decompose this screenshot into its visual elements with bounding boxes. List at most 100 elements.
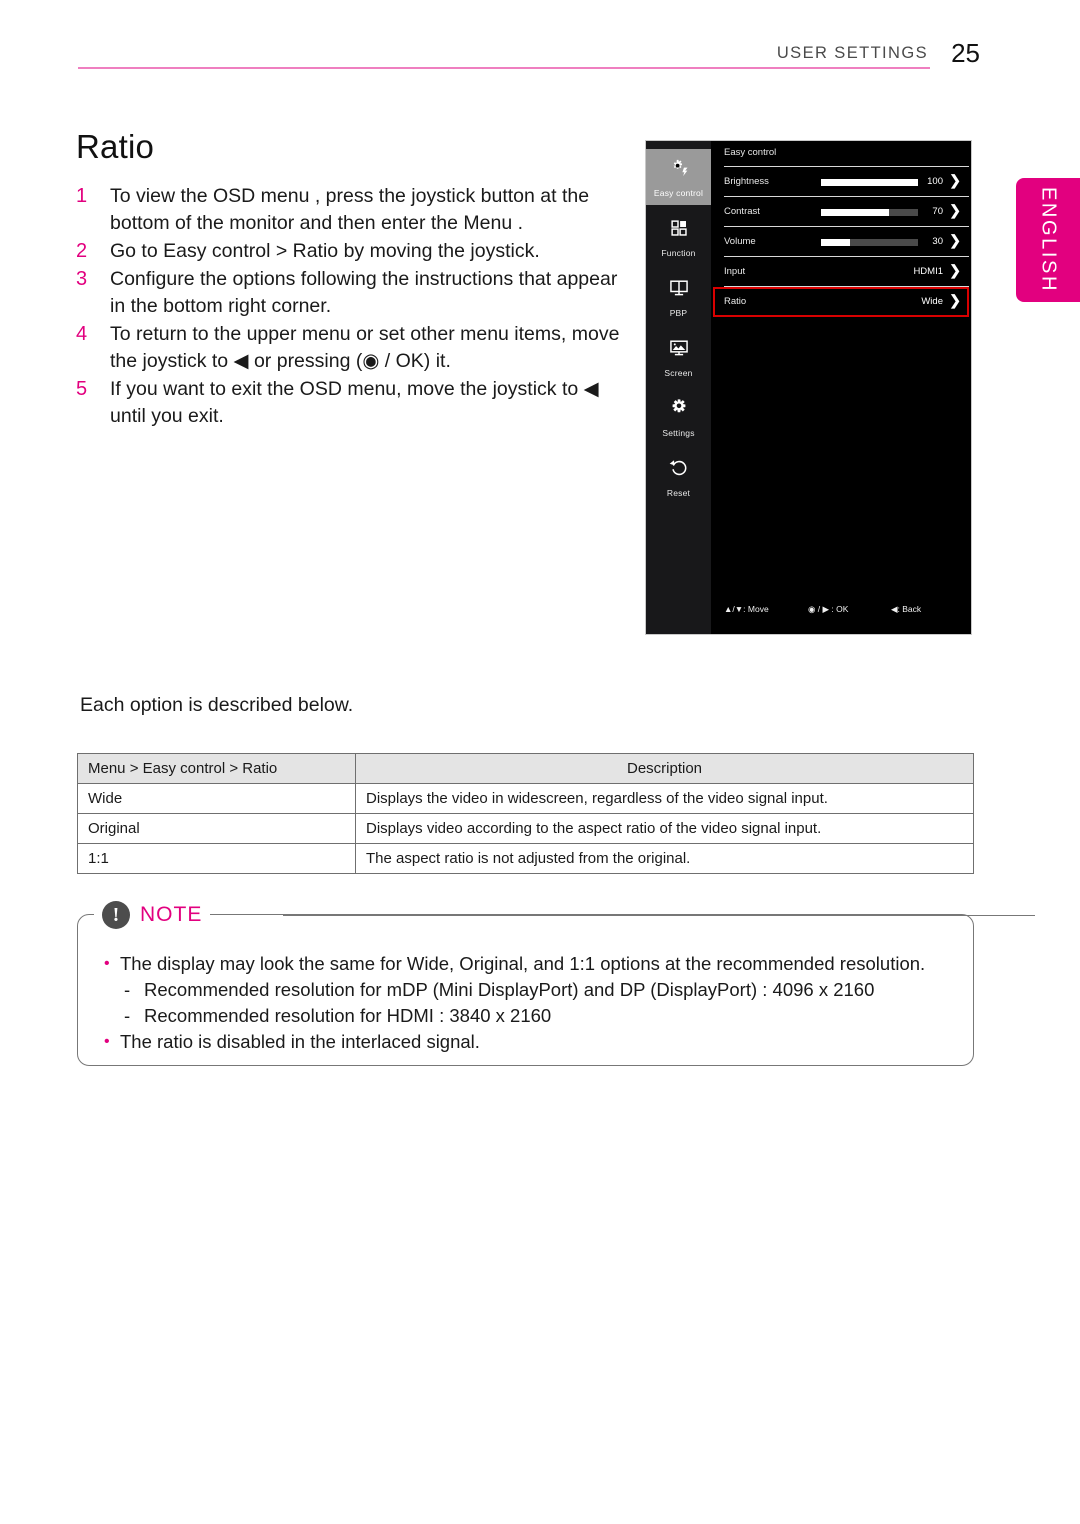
osd-sidebar-item-function[interactable]: Function <box>646 209 711 265</box>
osd-row-brightness[interactable]: Brightness 100 ❯ <box>711 167 971 197</box>
chevron-right-icon: ❯ <box>949 202 961 218</box>
note-sub-item: - Recommended resolution for HDMI : 3840 … <box>98 1003 959 1029</box>
note-box: ! NOTE • The display may look the same fo… <box>77 901 1035 1066</box>
osd-sidebar-item-settings[interactable]: Settings <box>646 389 711 445</box>
instruction-step-number: 1 <box>76 185 88 207</box>
table-cell-option: 1:1 <box>77 843 356 874</box>
chevron-right-icon: ❯ <box>949 232 961 248</box>
osd-sidebar-item-label: Reset <box>666 488 691 498</box>
note-bullet-item: • The ratio is disabled in the interlaced… <box>98 1029 959 1055</box>
function-grid-icon <box>646 217 711 247</box>
osd-row-value: 70 <box>932 206 943 217</box>
osd-row-value: 100 <box>927 176 943 187</box>
osd-slider-fill <box>821 239 851 246</box>
instruction-step: 4 To return to the upper menu or set othe… <box>72 321 632 375</box>
osd-sidebar-item-label: Screen <box>664 368 693 378</box>
osd-slider-fill <box>821 179 918 186</box>
instruction-step-number: 5 <box>76 378 88 400</box>
instruction-step-text: Configure the options following the inst… <box>110 268 618 317</box>
osd-row-label: Contrast <box>724 206 760 217</box>
table-header-menu: Menu > Easy control > Ratio <box>77 753 356 784</box>
header-title: USER SETTINGS <box>776 44 928 62</box>
dash-icon: - <box>124 979 131 1000</box>
osd-sidebar-item-label: Settings <box>662 428 695 438</box>
osd-row-label: Input <box>724 266 746 277</box>
note-item-text: Recommended resolution for HDMI : 3840 x… <box>144 1005 552 1026</box>
note-item-text: Recommended resolution for mDP (Mini Dis… <box>144 979 875 1000</box>
instruction-step-number: 2 <box>76 240 88 262</box>
note-title: NOTE <box>140 903 203 926</box>
instruction-step-text: To return to the upper menu or set other… <box>110 323 620 372</box>
table-row: Wide Displays the video in widescreen, re… <box>77 783 974 814</box>
osd-row-volume[interactable]: Volume 30 ❯ <box>711 227 971 257</box>
dash-icon: - <box>124 1005 131 1026</box>
chevron-right-icon: ❯ <box>949 172 961 188</box>
osd-sidebar-item-pbp[interactable]: PBP <box>646 269 711 325</box>
osd-row-input[interactable]: Input HDMI1 ❯ <box>711 257 971 287</box>
osd-selection-highlight <box>713 287 969 317</box>
page-number: 25 <box>951 38 980 68</box>
instruction-step-number: 3 <box>76 268 88 290</box>
osd-row-label: Volume <box>724 236 756 247</box>
osd-slider[interactable] <box>821 209 918 216</box>
instruction-step: 1 To view the OSD menu , press the joysti… <box>72 183 632 237</box>
osd-row-contrast[interactable]: Contrast 70 ❯ <box>711 197 971 227</box>
osd-slider[interactable] <box>821 239 918 246</box>
table-cell-description: The aspect ratio is not adjusted from th… <box>355 843 974 874</box>
reset-arrow-icon <box>646 457 711 487</box>
osd-content: Easy control Brightness 100 ❯ Contrast 70 ❯ Vo… <box>711 141 971 634</box>
screen-picture-icon <box>646 337 711 367</box>
osd-sidebar-item-label: Function <box>661 248 696 258</box>
instruction-step: 3 Configure the options following the ins… <box>72 266 632 320</box>
osd-row-value: HDMI1 <box>913 266 943 277</box>
language-tab: ENGLISH <box>1016 178 1080 302</box>
osd-sidebar: Easy control Function PBP Screen Settings Res… <box>646 141 711 634</box>
instruction-step-text: To view the OSD menu , press the joystic… <box>110 185 590 234</box>
osd-slider[interactable] <box>821 179 918 186</box>
instruction-step-text: If you want to exit the OSD menu, move t… <box>110 378 599 427</box>
header-divider <box>78 67 930 69</box>
table-row: Original Displays video according to the … <box>77 813 974 844</box>
note-body: • The display may look the same for Wide,… <box>98 951 959 1055</box>
osd-row-value: 30 <box>932 236 943 247</box>
page-root: USER SETTINGS 25 ENGLISH Ratio 1 To view … <box>0 0 1080 1524</box>
osd-footer-hints: ▲/▼: Move ◉ / ▶ : OK ◀: Back <box>711 604 971 620</box>
language-tab-label: ENGLISH <box>1037 186 1060 294</box>
osd-sidebar-item-label: Easy control <box>653 188 704 198</box>
note-item-text: The display may look the same for Wide, … <box>120 953 926 974</box>
instruction-step: 5 If you want to exit the OSD menu, move … <box>72 376 632 430</box>
note-bullet-item: • The display may look the same for Wide,… <box>98 951 959 977</box>
bullet-icon: • <box>104 1033 110 1050</box>
chevron-right-icon: ❯ <box>949 262 961 278</box>
table-header-row: Menu > Easy control > Ratio Description <box>77 753 974 784</box>
each-option-caption: Each option is described below. <box>80 694 354 716</box>
table-cell-option: Original <box>77 813 356 844</box>
pbp-split-screen-icon <box>646 277 711 307</box>
table-cell-description: Displays video according to the aspect r… <box>355 813 974 844</box>
osd-slider-fill <box>821 209 889 216</box>
table-cell-option: Wide <box>77 783 356 814</box>
osd-sidebar-item-screen[interactable]: Screen <box>646 329 711 385</box>
instruction-list: 1 To view the OSD menu , press the joysti… <box>72 183 632 431</box>
page-title: Ratio <box>76 128 155 165</box>
note-exclamation-icon: ! <box>102 901 130 929</box>
osd-sidebar-item-reset[interactable]: Reset <box>646 449 711 505</box>
note-header: ! NOTE <box>94 901 211 929</box>
osd-sidebar-item-label: PBP <box>669 308 688 318</box>
instruction-step: 2 Go to Easy control > Ratio by moving th… <box>72 238 632 265</box>
gear-icon <box>646 397 711 427</box>
osd-hint-ok: ◉ / ▶ : OK <box>808 604 849 614</box>
osd-hint-back: ◀: Back <box>891 604 922 614</box>
osd-sidebar-item-easy-control[interactable]: Easy control <box>646 149 711 205</box>
note-item-text: The ratio is disabled in the interlaced … <box>120 1031 480 1052</box>
note-sub-item: - Recommended resolution for mDP (Mini Di… <box>98 977 959 1003</box>
ratio-options-table: Menu > Easy control > Ratio Description … <box>77 753 974 874</box>
brightness-bolt-icon <box>646 157 711 187</box>
osd-row-label: Brightness <box>724 176 769 187</box>
table-header-description: Description <box>355 753 974 784</box>
table-cell-description: Displays the video in widescreen, regard… <box>355 783 974 814</box>
note-header-rule <box>283 915 1035 916</box>
bullet-icon: • <box>104 955 110 972</box>
osd-panel-title: Easy control <box>724 147 777 158</box>
instruction-step-text: Go to Easy control > Ratio by moving the… <box>110 240 540 262</box>
